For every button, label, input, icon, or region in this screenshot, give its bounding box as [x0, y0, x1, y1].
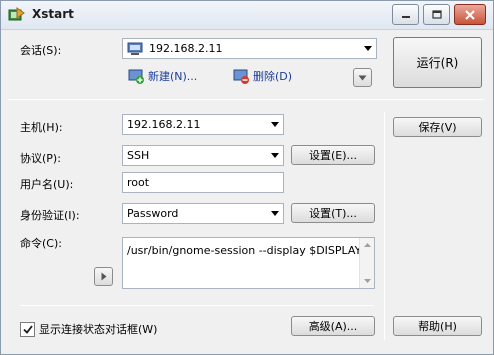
new-session-icon	[128, 69, 144, 84]
host-label: 主机(H):	[20, 121, 63, 134]
close-button[interactable]	[454, 4, 486, 25]
show-status-checkbox[interactable]	[20, 321, 35, 337]
show-status-label: 显示连接状态对话框(W)	[39, 323, 158, 336]
protocol-value: SSH	[127, 149, 150, 162]
computer-icon	[127, 42, 143, 55]
close-icon	[465, 9, 475, 20]
protocol-label: 协议(P):	[20, 152, 61, 165]
delete-session-icon	[233, 69, 249, 84]
command-textarea[interactable]: /usr/bin/gnome-session --display $DISPLA…	[122, 237, 375, 289]
host-value: 192.168.2.11	[127, 118, 201, 131]
window-title: Xstart	[32, 7, 74, 21]
username-label: 用户名(U):	[20, 178, 74, 191]
session-expand-button[interactable]	[353, 68, 372, 87]
username-input[interactable]: root	[122, 172, 284, 193]
auth-settings-button[interactable]: 设置(T)...	[291, 203, 375, 223]
chevron-down-icon	[271, 211, 279, 216]
delete-session-label: 删除(D)	[253, 70, 293, 83]
new-session-link[interactable]: 新建(N)...	[128, 68, 197, 84]
chevron-down-icon	[271, 153, 279, 158]
command-label: 命令(C):	[20, 237, 62, 250]
command-expand-button[interactable]	[94, 267, 113, 286]
session-label: 会话(S):	[20, 44, 62, 57]
minimize-icon	[401, 15, 410, 18]
host-combobox[interactable]: 192.168.2.11	[122, 114, 284, 135]
scroll-down-arrow-icon	[364, 279, 371, 283]
save-button[interactable]: 保存(V)	[393, 117, 482, 137]
chevron-down-icon	[271, 122, 279, 127]
auth-label: 身份验证(I):	[20, 209, 80, 222]
chevron-down-icon	[364, 46, 372, 51]
session-value: 192.168.2.11	[149, 42, 223, 55]
triangle-right-icon	[101, 272, 106, 281]
title-bar	[0, 0, 494, 30]
show-status-checkbox-row[interactable]: 显示连接状态对话框(W)	[20, 321, 157, 337]
bottom-separator	[20, 305, 374, 306]
delete-session-link[interactable]: 删除(D)	[233, 68, 292, 84]
scroll-up-arrow-icon	[364, 243, 371, 247]
triangle-down-icon	[358, 75, 367, 80]
maximize-icon	[431, 10, 442, 19]
advanced-button[interactable]: 高级(A)...	[291, 316, 375, 336]
protocol-combobox[interactable]: SSH	[122, 145, 284, 166]
run-button[interactable]: 运行(R)	[393, 37, 482, 88]
help-button[interactable]: 帮助(H)	[393, 316, 482, 336]
auth-value: Password	[127, 207, 179, 220]
vertical-separator	[384, 112, 385, 340]
auth-combobox[interactable]: Password	[122, 203, 284, 224]
checkmark-icon	[22, 324, 33, 334]
xstart-app-icon	[8, 7, 25, 23]
new-session-label: 新建(N)...	[148, 70, 198, 83]
maximize-button[interactable]	[423, 4, 450, 25]
minimize-button[interactable]	[392, 4, 419, 25]
session-combobox[interactable]: 192.168.2.11	[122, 38, 377, 59]
command-scrollbar[interactable]	[359, 238, 374, 288]
command-value: /usr/bin/gnome-session --display $DISPLA…	[127, 244, 362, 257]
horizontal-separator	[8, 99, 484, 100]
protocol-settings-button[interactable]: 设置(E)...	[291, 145, 375, 165]
